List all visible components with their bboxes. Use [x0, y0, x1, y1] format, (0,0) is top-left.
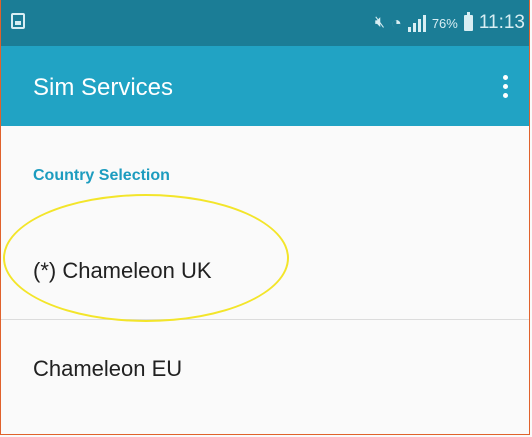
option-label: Chameleon EU: [33, 356, 183, 381]
option-chameleon-uk[interactable]: (*) Chameleon UK: [1, 223, 529, 320]
battery-icon: [463, 12, 473, 31]
option-label: (*) Chameleon UK: [33, 258, 212, 283]
wifi-icon: ◔: [390, 12, 402, 33]
clock: 11:13: [478, 12, 525, 33]
app-screen: 🔇︎ ◔ 76% 11:13 Sim Services Country Sele…: [0, 0, 530, 435]
option-chameleon-eu[interactable]: Chameleon EU: [1, 321, 529, 418]
page-title: Sim Services: [33, 74, 174, 101]
signal-icon: [407, 14, 426, 32]
app-bar: Sim Services: [1, 46, 529, 126]
mute-icon: 🔇︎: [374, 14, 385, 31]
sim-card-icon: [11, 13, 25, 29]
battery-percent: 76%: [431, 15, 458, 31]
status-icons: 🔇︎ ◔ 76% 11:13: [375, 11, 525, 35]
section-header: Country Selection: [33, 167, 170, 184]
status-bar: 🔇︎ ◔ 76% 11:13: [1, 0, 529, 46]
overflow-menu-icon[interactable]: [495, 70, 515, 102]
